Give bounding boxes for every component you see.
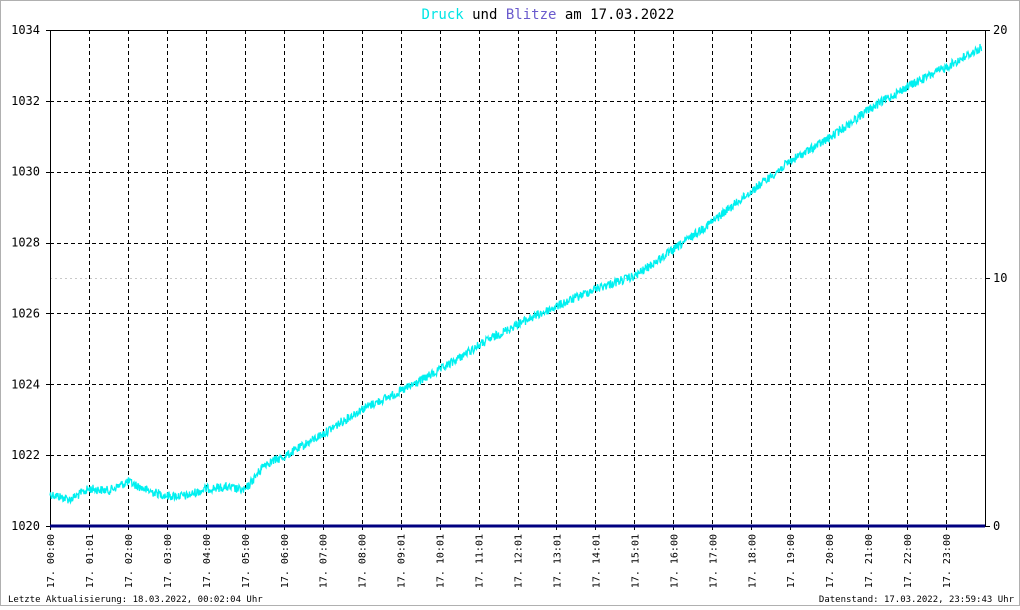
x-tick-label: 17. 00:00: [46, 534, 57, 588]
y-left-tick-label: 1022: [11, 448, 40, 462]
pressure-lightning-chart: 1020 1022 1024 1026 1028 1030 1032 1034 0 10 20 17.…: [0, 0, 1020, 606]
x-tick-label: 17. 20:00: [825, 534, 836, 588]
y-left-tick-label: 1026: [11, 306, 40, 320]
x-tick-label: 17. 22:00: [903, 534, 914, 588]
footer-last-update: Letzte Aktualisierung: 18.03.2022, 00:02…: [8, 595, 263, 605]
x-tick-label: 17. 18:00: [747, 534, 758, 588]
x-tick-label: 17. 05:00: [241, 534, 252, 588]
x-tick-label: 17. 10:01: [436, 534, 447, 588]
x-tick-label: 17. 16:00: [669, 534, 680, 588]
y-right-tick-label: 0: [993, 519, 1000, 533]
x-tick-label: 17. 12:01: [514, 534, 525, 588]
x-tick-label: 17. 08:00: [358, 534, 369, 588]
x-tick-label: 17. 15:01: [630, 534, 641, 588]
y-left-tick-label: 1028: [11, 236, 40, 250]
chart-title-part: Blitze: [506, 7, 557, 23]
y-left-tick-label: 1034: [11, 23, 40, 37]
footer-data-status: Datenstand: 17.03.2022, 23:59:43 Uhr: [819, 595, 1015, 605]
x-tick-label: 17. 09:01: [397, 534, 408, 588]
y-left-tick-label: 1024: [11, 377, 40, 391]
x-tick-label: 17. 06:00: [280, 534, 291, 588]
x-tick-label: 17. 07:00: [319, 534, 330, 588]
series-line-druck: [49, 43, 983, 505]
x-tick-label: 17. 11:01: [475, 534, 486, 588]
chart-title-part: Druck: [422, 7, 465, 23]
x-tick-label: 17. 17:00: [708, 534, 719, 588]
x-tick-label: 17. 19:00: [786, 534, 797, 588]
x-tick-label: 17. 02:00: [124, 534, 135, 588]
y-left-tick-label: 1032: [11, 94, 40, 108]
x-tick-label: 17. 01:01: [85, 534, 96, 588]
y-left-tick-label: 1020: [11, 519, 40, 533]
chart-svg: 102010221024102610281030103210340102017.…: [0, 0, 1020, 606]
chart-title: Druck und Blitze am 17.03.2022: [422, 7, 675, 23]
y-left-tick-label: 1030: [11, 165, 40, 179]
x-tick-label: 17. 03:00: [163, 534, 174, 588]
x-tick-label: 17. 23:00: [942, 534, 953, 588]
page-border: [0, 0, 1020, 606]
x-tick-label: 17. 13:01: [552, 534, 563, 588]
y-right-tick-label: 20: [993, 23, 1007, 37]
x-tick-label: 17. 14:01: [591, 534, 602, 588]
x-tick-label: 17. 21:00: [864, 534, 875, 588]
x-tick-label: 17. 04:00: [202, 534, 213, 588]
chart-title-part: und: [464, 7, 506, 23]
chart-title-part: am 17.03.2022: [556, 7, 674, 23]
y-right-tick-label: 10: [993, 271, 1007, 285]
